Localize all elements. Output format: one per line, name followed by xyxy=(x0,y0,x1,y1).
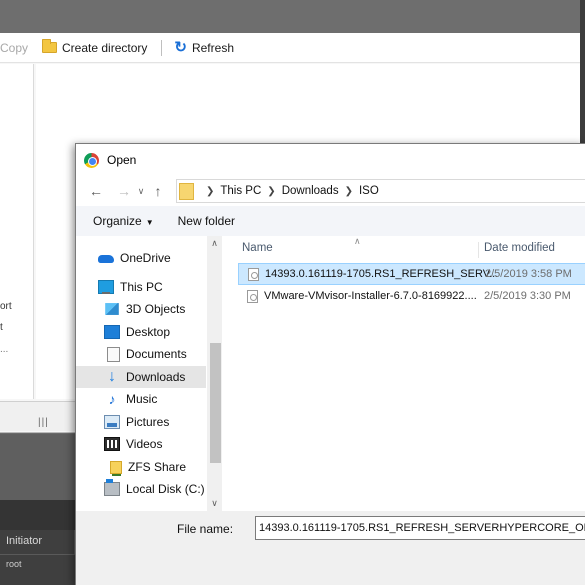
navigation-row: ← → ∨ ↑ ❯ This PC ❯ Downloads ❯ ISO xyxy=(76,176,585,206)
column-header-date-modified[interactable]: Date modified xyxy=(484,242,555,254)
nav-item-this-pc[interactable]: This PC xyxy=(76,276,206,298)
file-name: 14393.0.161119-1705.RS1_REFRESH_SERV... xyxy=(265,268,499,280)
disc-image-file-icon xyxy=(247,290,258,303)
table-header-initiator[interactable]: Initiator xyxy=(0,530,75,555)
forward-arrow-icon[interactable]: → xyxy=(114,184,134,198)
nav-item-onedrive[interactable]: OneDrive xyxy=(76,247,206,269)
3d-objects-icon xyxy=(105,303,119,315)
navigation-scrollbar[interactable]: ∧ ∨ xyxy=(207,236,222,511)
scrollbar-thumb[interactable] xyxy=(210,343,221,463)
file-name-label: File name: xyxy=(177,522,234,536)
nav-item-label: This PC xyxy=(120,280,163,294)
disc-image-file-icon xyxy=(248,268,259,281)
refresh-button[interactable]: ↻ Refresh xyxy=(174,40,234,55)
chrome-icon xyxy=(84,152,99,168)
file-list-pane: ∧ Name Date modified 14393.0.161119-1705… xyxy=(238,236,585,511)
nav-item-label: ZFS Share xyxy=(128,460,187,474)
command-bar: Organize ▼ New folder xyxy=(76,206,585,236)
this-pc-icon xyxy=(98,280,114,294)
copy-label: Copy xyxy=(0,40,29,55)
dropdown-caret-icon: ▼ xyxy=(145,218,154,227)
dialog-bottom-bar: File name: xyxy=(76,511,585,585)
nav-item-documents[interactable]: Documents xyxy=(76,343,206,365)
file-row[interactable]: 14393.0.161119-1705.RS1_REFRESH_SERV... … xyxy=(238,263,585,285)
refresh-label: Refresh xyxy=(191,40,234,55)
file-name: VMware-VMvisor-Installer-6.7.0-8169922..… xyxy=(264,290,477,302)
breadcrumb-separator-icon[interactable]: ❯ xyxy=(267,186,275,197)
network-share-icon xyxy=(110,460,122,476)
breadcrumb-separator-icon[interactable]: ❯ xyxy=(345,186,353,197)
scroll-up-icon[interactable]: ∧ xyxy=(207,236,222,251)
nav-item-label: Music xyxy=(126,392,158,406)
onedrive-icon xyxy=(98,251,114,265)
nav-item-music[interactable]: ♪ Music xyxy=(76,388,206,410)
organize-label: Organize xyxy=(93,214,142,228)
file-manager-tree-pane: ort t ... xyxy=(0,64,34,399)
nav-item-local-disk[interactable]: Local Disk (C:) xyxy=(76,478,206,500)
nav-item-label: Documents xyxy=(126,347,187,361)
music-icon: ♪ xyxy=(108,391,116,407)
nav-item-desktop[interactable]: Desktop xyxy=(76,321,206,343)
local-disk-icon xyxy=(104,479,120,496)
open-file-dialog: Open ← → ∨ ↑ ❯ This PC ❯ Downloads ❯ ISO… xyxy=(75,143,585,585)
column-header-name[interactable]: Name xyxy=(242,242,273,254)
new-folder-button[interactable]: New folder xyxy=(178,214,235,228)
breadcrumb-separator-icon[interactable]: ❯ xyxy=(206,186,214,197)
scroll-down-icon[interactable]: ∨ xyxy=(207,496,222,511)
toolbar-divider xyxy=(161,39,163,56)
file-row[interactable]: VMware-VMvisor-Installer-6.7.0-8169922..… xyxy=(238,286,585,308)
organize-menu-button[interactable]: Organize ▼ xyxy=(93,214,154,228)
file-manager-toolbar: Copy Create directory ↻ Refresh xyxy=(0,33,580,63)
nav-item-label: Videos xyxy=(126,437,163,451)
nav-item-downloads[interactable]: ↓ Downloads xyxy=(76,366,206,388)
sort-ascending-icon: ∧ xyxy=(354,236,361,246)
dialog-title-bar[interactable]: Open xyxy=(76,144,585,176)
table-cell: root xyxy=(6,559,22,569)
pictures-icon xyxy=(104,415,120,429)
truncated-tree-item[interactable]: ... xyxy=(0,344,8,355)
nav-item-label: 3D Objects xyxy=(126,302,186,316)
videos-icon xyxy=(104,437,120,451)
background-header-strip xyxy=(0,0,580,33)
nav-item-label: Downloads xyxy=(126,370,186,384)
nav-item-pictures[interactable]: Pictures xyxy=(76,411,206,433)
truncated-tree-item[interactable]: ort xyxy=(0,301,12,312)
nav-item-zfs-share[interactable]: ZFS Share xyxy=(76,456,206,478)
create-directory-button[interactable]: Create directory xyxy=(42,39,148,55)
nav-item-label: OneDrive xyxy=(120,251,171,265)
breadcrumb-this-pc[interactable]: This PC xyxy=(220,185,261,197)
file-name-input[interactable] xyxy=(255,516,585,540)
file-date: 2/5/2019 3:30 PM xyxy=(484,290,571,302)
folder-icon xyxy=(179,182,194,200)
breadcrumb-downloads[interactable]: Downloads xyxy=(282,185,339,197)
refresh-icon: ↻ xyxy=(174,39,187,56)
recent-locations-chevron-icon[interactable]: ∨ xyxy=(134,186,148,197)
documents-icon xyxy=(107,346,120,362)
nav-item-label: Pictures xyxy=(126,415,170,429)
create-directory-label: Create directory xyxy=(62,40,148,55)
scroll-grip[interactable]: ||| xyxy=(38,417,49,428)
file-date: 2/5/2019 3:58 PM xyxy=(485,268,572,280)
nav-item-3d-objects[interactable]: 3D Objects xyxy=(76,298,206,320)
breadcrumb-iso[interactable]: ISO xyxy=(359,185,379,197)
dialog-title: Open xyxy=(107,153,137,167)
desktop-icon xyxy=(104,325,120,339)
back-arrow-icon[interactable]: ← xyxy=(86,184,106,198)
nav-item-label: Desktop xyxy=(126,325,171,339)
navigation-pane: OneDrive This PC 3D Objects Desktop Docu… xyxy=(76,236,222,511)
folder-icon xyxy=(42,39,58,53)
nav-item-videos[interactable]: Videos xyxy=(76,433,206,455)
column-divider[interactable] xyxy=(478,242,479,258)
copy-button[interactable]: Copy xyxy=(0,41,28,55)
truncated-tree-item[interactable]: t xyxy=(0,322,3,333)
address-bar[interactable]: ❯ This PC ❯ Downloads ❯ ISO xyxy=(176,179,585,203)
up-arrow-icon[interactable]: ↑ xyxy=(148,184,168,198)
nav-item-label: Local Disk (C:) xyxy=(126,482,205,496)
downloads-icon: ↓ xyxy=(108,368,116,385)
